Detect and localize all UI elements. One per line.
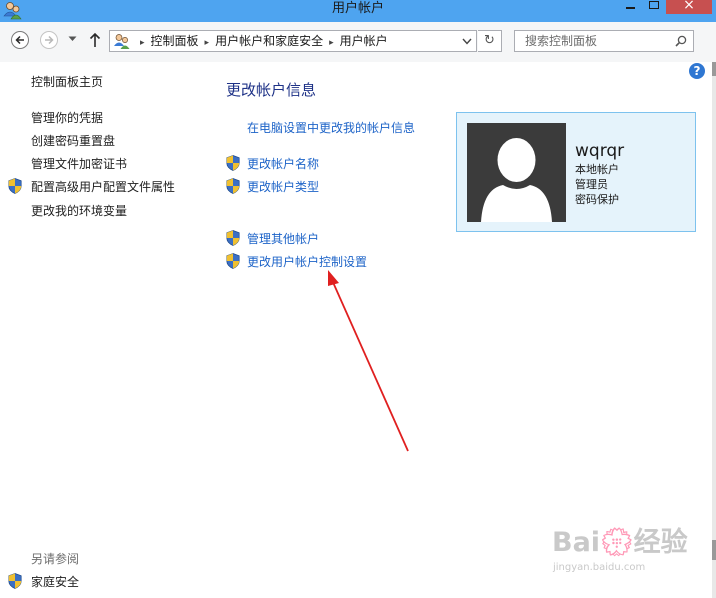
refresh-button[interactable]: ↻ <box>478 30 502 52</box>
help-button[interactable]: ? <box>689 63 705 79</box>
breadcrumb-separator-icon[interactable]: ▸ <box>205 38 210 48</box>
maximize-icon <box>649 1 659 9</box>
account-role: 管理员 <box>575 178 608 191</box>
close-icon: × <box>683 0 695 13</box>
user-silhouette-icon <box>481 138 552 222</box>
account-name: wqrqr <box>575 141 625 161</box>
arrow-right-icon <box>45 35 54 45</box>
recent-locations-chevron-down-icon[interactable] <box>68 36 77 42</box>
change-account-type-link[interactable]: 更改帐户类型 <box>247 178 319 195</box>
scrollbar-bottom-thumb[interactable] <box>712 540 716 560</box>
family-safety-link[interactable]: 家庭安全 <box>31 573 79 590</box>
create-password-reset-disk-link[interactable]: 创建密码重置盘 <box>31 132 115 149</box>
change-account-name-link[interactable]: 更改帐户名称 <box>247 155 319 172</box>
manage-file-encryption-certificates-link[interactable]: 管理文件加密证书 <box>31 155 127 172</box>
arrow-left-icon <box>15 35 24 45</box>
forward-button[interactable] <box>40 31 58 49</box>
up-arrow-icon[interactable] <box>89 32 101 48</box>
avatar[interactable] <box>467 123 566 222</box>
search-icon[interactable] <box>675 35 687 47</box>
pc-settings-account-link[interactable]: 在电脑设置中更改我的帐户信息 <box>247 119 415 136</box>
account-card: wqrqr 本地帐户 管理员 密码保护 <box>456 112 696 232</box>
breadcrumb-separator-icon[interactable]: ▸ <box>140 38 145 48</box>
breadcrumb-separator-icon[interactable]: ▸ <box>329 38 334 48</box>
minimize-icon <box>626 7 635 9</box>
back-button[interactable] <box>11 31 29 49</box>
uac-shield-icon <box>226 253 240 269</box>
vertical-scrollbar[interactable] <box>712 62 716 598</box>
control-panel-users-icon <box>114 34 130 49</box>
title-bar: 用户帐户 × <box>0 0 716 22</box>
minimize-button[interactable] <box>618 0 642 13</box>
uac-shield-icon <box>226 230 240 246</box>
annotation-arrow-icon <box>328 270 409 452</box>
breadcrumb-control-panel[interactable]: 控制面板 <box>151 34 199 48</box>
address-history-chevron-down-icon[interactable] <box>462 38 472 45</box>
address-bar[interactable]: ▸ 控制面板 ▸ 用户帐户和家庭安全 ▸ 用户帐户 <box>109 30 477 52</box>
breadcrumb: ▸ 控制面板 ▸ 用户帐户和家庭安全 ▸ 用户帐户 <box>134 31 388 53</box>
breadcrumb-user-accounts[interactable]: 用户帐户 <box>340 34 388 48</box>
search-input[interactable] <box>519 32 681 50</box>
see-also-heading: 另请参阅 <box>31 552 80 566</box>
scrollbar-top-thumb[interactable] <box>712 62 716 76</box>
breadcrumb-user-accounts-family-safety[interactable]: 用户帐户和家庭安全 <box>215 34 323 48</box>
navigation-bar: ▸ 控制面板 ▸ 用户帐户和家庭安全 ▸ 用户帐户 ↻ <box>0 22 716 62</box>
close-button[interactable]: × <box>666 0 712 14</box>
manage-other-accounts-link[interactable]: 管理其他帐户 <box>247 230 319 247</box>
uac-shield-icon <box>8 178 22 194</box>
control-panel-home-link[interactable]: 控制面板主页 <box>31 73 103 90</box>
watermark-url: jingyan.baidu.com <box>553 562 646 573</box>
uac-shield-icon <box>226 155 240 171</box>
uac-shield-icon <box>226 178 240 194</box>
account-type: 本地帐户 <box>575 163 619 176</box>
window-title: 用户帐户 <box>331 1 384 16</box>
search-box[interactable] <box>514 30 694 52</box>
change-environment-variables-link[interactable]: 更改我的环境变量 <box>31 202 127 219</box>
refresh-icon: ↻ <box>484 33 495 48</box>
uac-shield-icon <box>8 573 22 589</box>
maximize-button[interactable] <box>642 0 666 13</box>
watermark-logo: Bai💮经验 <box>552 527 688 558</box>
advanced-user-profile-properties-link[interactable]: 配置高级用户配置文件属性 <box>31 178 175 195</box>
account-protection: 密码保护 <box>575 193 619 206</box>
page-title: 更改帐户信息 <box>226 81 317 99</box>
manage-credentials-link[interactable]: 管理你的凭据 <box>31 109 103 126</box>
